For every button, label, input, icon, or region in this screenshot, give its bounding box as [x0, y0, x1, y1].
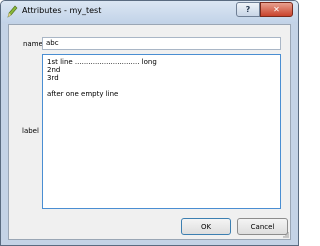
name-field[interactable]: abc [42, 37, 281, 50]
cancel-button[interactable]: Cancel [237, 218, 288, 235]
ok-button[interactable]: OK [181, 218, 231, 235]
help-icon: ? [245, 5, 251, 14]
close-icon: ✕ [273, 5, 280, 14]
resize-grip-icon[interactable] [282, 231, 289, 238]
dialog-window: Attributes - my_test ? ✕ name abc label … [0, 0, 299, 246]
title-bar[interactable]: Attributes - my_test ? ✕ [1, 1, 298, 23]
window-title: Attributes - my_test [22, 6, 102, 15]
text-line: 3rd [47, 74, 59, 82]
dialog-body: name abc label 1st line ................… [8, 24, 291, 240]
text-line: 2nd [47, 66, 61, 74]
text-line: after one empty line [47, 90, 119, 98]
close-button[interactable]: ✕ [260, 2, 293, 17]
name-label: name [23, 40, 43, 48]
pencil-icon [7, 5, 18, 18]
text-line [47, 82, 276, 90]
label-text-area[interactable]: 1st line ............................. l… [42, 54, 281, 209]
label-label: label [22, 127, 39, 135]
text-line: 1st line ............................. l… [47, 58, 157, 66]
help-button[interactable]: ? [236, 2, 260, 17]
